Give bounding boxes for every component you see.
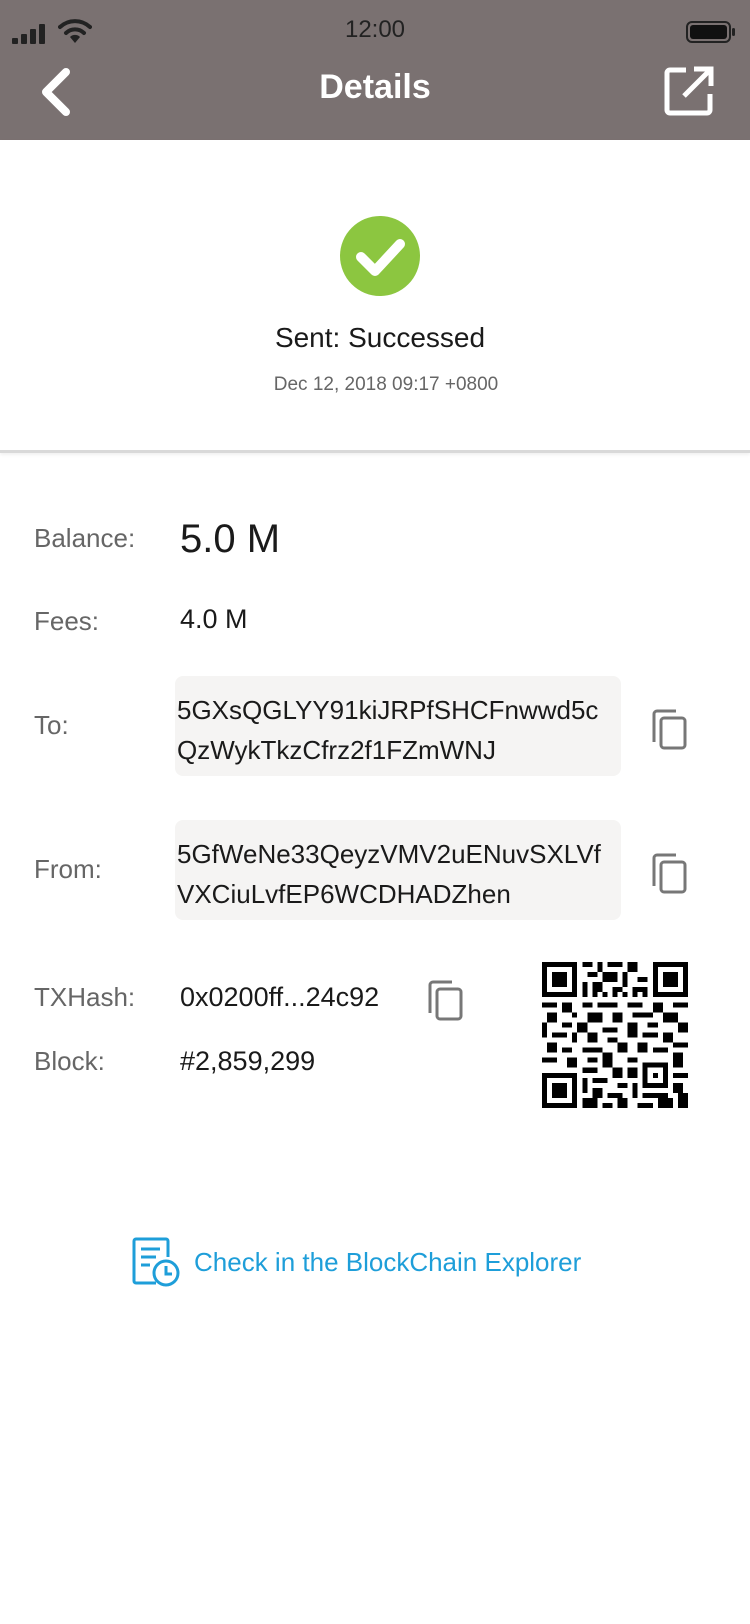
qr-code-icon[interactable] (542, 962, 688, 1108)
page-title: Details (319, 68, 431, 106)
header-bar: 12:00 Details (0, 0, 750, 140)
status-time: 12:00 (344, 16, 406, 43)
copy-icon (428, 980, 463, 1021)
copy-from-address-button[interactable] (650, 852, 690, 896)
from-label: From: (34, 854, 102, 884)
copy-txhash-button[interactable] (426, 979, 466, 1023)
block-label: Block: (34, 1046, 105, 1076)
to-label: To: (34, 710, 69, 740)
blockchain-explorer-link-label: Check in the BlockChain Explorer (194, 1246, 582, 1277)
transaction-status-card: Sent: Successed Dec 12, 2018 09:17 +0800 (0, 140, 750, 453)
check-circle-icon (340, 216, 420, 296)
document-clock-icon (132, 1237, 180, 1287)
copy-icon (652, 709, 687, 750)
balance-value: 5.0 M (180, 517, 281, 561)
share-button[interactable] (662, 64, 716, 118)
txhash-value: 0x0200ff...24c92 (180, 982, 380, 1012)
transaction-status-text: Sent: Successed (274, 322, 486, 353)
external-link-icon (664, 66, 714, 116)
balance-label: Balance: (34, 523, 136, 553)
copy-to-address-button[interactable] (650, 708, 690, 752)
from-address: 5GfWeNe33QeyzVMV2uENuvSXLVfVXCiuLvfEP6WC… (175, 820, 621, 920)
txhash-label: TXHash: (34, 982, 136, 1012)
copy-icon (652, 853, 687, 894)
transaction-date: Dec 12, 2018 09:17 +0800 (273, 374, 499, 395)
battery-icon (686, 21, 735, 43)
fees-label: Fees: (34, 606, 100, 636)
block-value: #2,859,299 (180, 1046, 316, 1076)
to-address: 5GXsQGLYY91kiJRPfSHCFnwwd5cQzWykTkzCfrz2… (175, 676, 621, 776)
blockchain-explorer-link[interactable]: Check in the BlockChain Explorer (132, 1236, 581, 1288)
fees-value: 4.0 M (180, 604, 248, 634)
